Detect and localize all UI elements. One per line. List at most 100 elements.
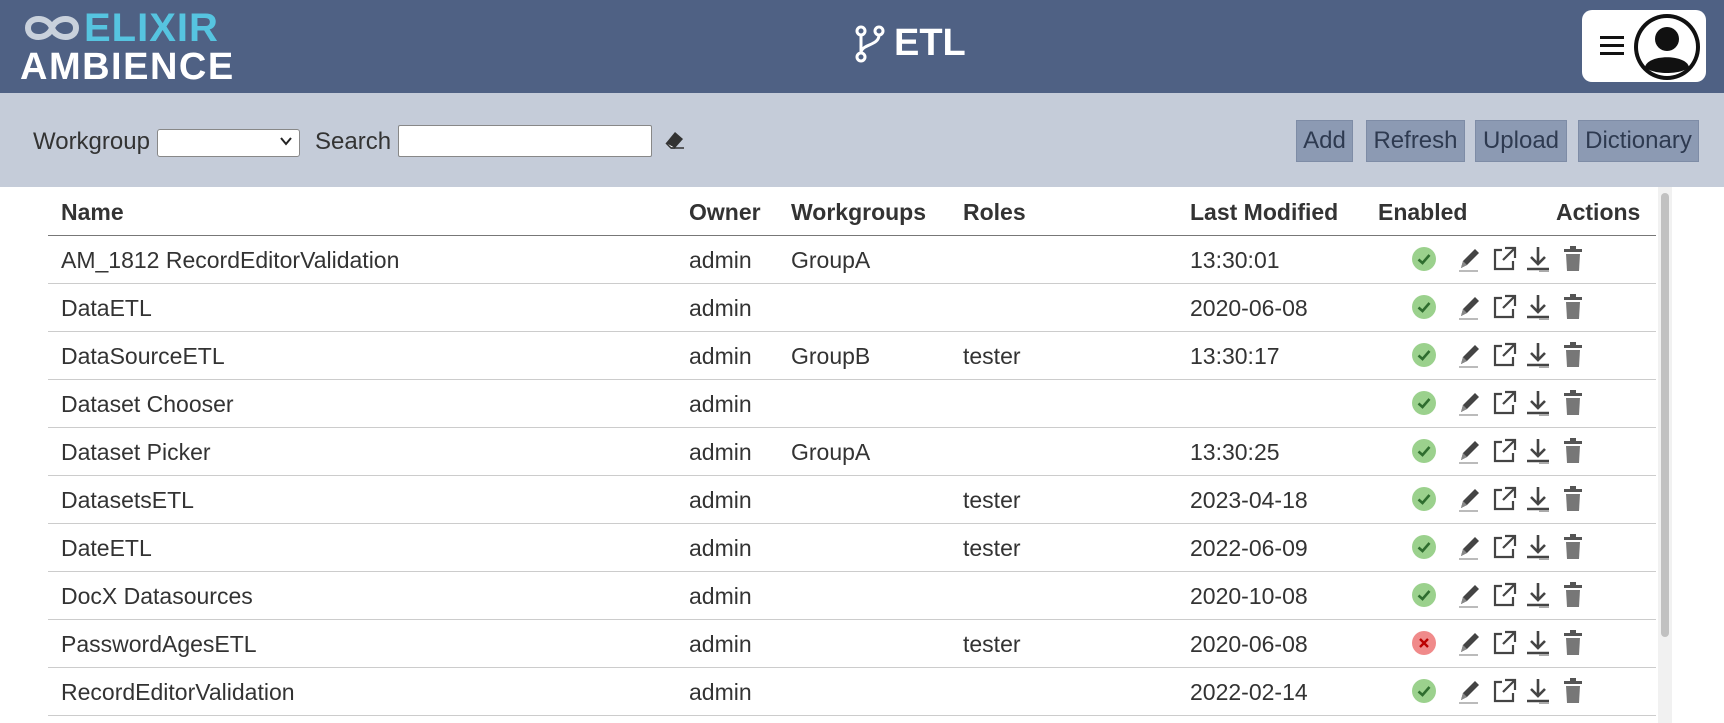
cell-name[interactable]: DocX Datasources (61, 583, 253, 610)
external-link-icon[interactable] (1491, 533, 1517, 561)
external-link-icon[interactable] (1491, 629, 1517, 657)
cell-name[interactable]: RecordEditorValidation (61, 679, 295, 706)
external-link-icon[interactable] (1491, 485, 1517, 513)
external-link-icon[interactable] (1491, 245, 1517, 273)
user-menu[interactable] (1582, 10, 1706, 82)
external-link-icon[interactable] (1491, 437, 1517, 465)
download-icon[interactable] (1525, 293, 1551, 321)
dictionary-button[interactable]: Dictionary (1578, 120, 1699, 162)
add-button[interactable]: Add (1296, 120, 1353, 162)
search-input[interactable] (398, 125, 652, 157)
table-row[interactable]: PasswordAgesETL admin tester 2020-06-08 (48, 619, 1656, 668)
cell-last-modified: 2020-10-08 (1190, 583, 1308, 609)
col-roles-header[interactable]: Roles (963, 199, 1026, 226)
download-icon[interactable] (1525, 437, 1551, 465)
cell-owner: admin (689, 391, 752, 417)
trash-icon[interactable] (1560, 293, 1586, 321)
cell-owner: admin (689, 487, 752, 513)
pencil-icon[interactable] (1456, 581, 1482, 609)
pencil-icon[interactable] (1456, 629, 1482, 657)
external-link-icon[interactable] (1491, 341, 1517, 369)
enabled-check-icon (1412, 583, 1436, 607)
download-icon[interactable] (1525, 581, 1551, 609)
download-icon[interactable] (1525, 629, 1551, 657)
table-row[interactable]: DateETL admin tester 2022-06-09 (48, 523, 1656, 572)
cell-roles: tester (963, 535, 1021, 561)
pencil-icon[interactable] (1456, 677, 1482, 705)
table-row[interactable]: DataSourceETL admin GroupB tester 13:30:17 (48, 331, 1656, 380)
cell-name[interactable]: AM_1812 RecordEditorValidation (61, 247, 399, 274)
elixir-ambience-logo[interactable]: ELIXIR AMBIENCE (20, 8, 235, 86)
trash-icon[interactable] (1560, 389, 1586, 417)
external-link-icon[interactable] (1491, 389, 1517, 417)
external-link-icon[interactable] (1491, 677, 1517, 705)
pencil-icon[interactable] (1456, 245, 1482, 273)
download-icon[interactable] (1525, 389, 1551, 417)
logo-ambience-text: AMBIENCE (20, 46, 235, 88)
trash-icon[interactable] (1560, 341, 1586, 369)
cell-name[interactable]: DatasetsETL (61, 487, 194, 514)
download-icon[interactable] (1525, 341, 1551, 369)
trash-icon[interactable] (1560, 629, 1586, 657)
cell-last-modified: 2020-06-08 (1190, 295, 1308, 321)
cell-roles: tester (963, 487, 1021, 513)
cell-last-modified: 13:30:01 (1190, 247, 1280, 273)
cell-owner: admin (689, 247, 752, 273)
cell-name[interactable]: Dataset Picker (61, 439, 211, 466)
table-row[interactable]: AM_1812 RecordEditorValidation admin Group… (48, 235, 1656, 284)
external-link-icon[interactable] (1491, 293, 1517, 321)
cell-last-modified: 13:30:17 (1190, 343, 1280, 369)
table-row[interactable]: DatasetsETL admin tester 2023-04-18 (48, 475, 1656, 524)
cell-last-modified: 2020-06-08 (1190, 631, 1308, 657)
hamburger-menu-icon[interactable] (1598, 32, 1626, 60)
table-row[interactable]: RecordEditorValidation admin 2022-02-14 (48, 667, 1656, 716)
col-owner-header[interactable]: Owner (689, 199, 761, 226)
table-row[interactable]: Dataset Picker admin GroupA 13:30:25 (48, 427, 1656, 476)
trash-icon[interactable] (1560, 485, 1586, 513)
pencil-icon[interactable] (1456, 533, 1482, 561)
cell-name[interactable]: DateETL (61, 535, 152, 562)
cell-name[interactable]: Dataset Chooser (61, 391, 234, 418)
download-icon[interactable] (1525, 245, 1551, 273)
download-icon[interactable] (1525, 677, 1551, 705)
cell-name[interactable]: DataSourceETL (61, 343, 225, 370)
eraser-clear-icon[interactable] (662, 127, 688, 153)
user-avatar-icon[interactable] (1632, 12, 1702, 82)
pencil-icon[interactable] (1456, 389, 1482, 417)
git-branch-icon (855, 25, 885, 62)
pencil-icon[interactable] (1456, 293, 1482, 321)
table-scrollbar[interactable] (1658, 187, 1672, 723)
page-title: ETL (852, 22, 966, 65)
refresh-button[interactable]: Refresh (1366, 120, 1465, 162)
pencil-icon[interactable] (1456, 485, 1482, 513)
cell-name[interactable]: DataETL (61, 295, 152, 322)
col-enabled-header[interactable]: Enabled (1378, 199, 1467, 226)
download-icon[interactable] (1525, 485, 1551, 513)
col-workgroups-header[interactable]: Workgroups (791, 199, 926, 226)
trash-icon[interactable] (1560, 533, 1586, 561)
scrollbar-thumb[interactable] (1661, 193, 1669, 637)
table-row[interactable]: DataETL admin 2020-06-08 (48, 283, 1656, 332)
col-last-modified-header[interactable]: Last Modified (1190, 199, 1338, 226)
cell-name[interactable]: PasswordAgesETL (61, 631, 257, 658)
logo-elixir-text: ELIXIR (84, 6, 219, 50)
trash-icon[interactable] (1560, 677, 1586, 705)
trash-icon[interactable] (1560, 245, 1586, 273)
upload-button[interactable]: Upload (1475, 120, 1567, 162)
cell-last-modified: 2022-06-09 (1190, 535, 1308, 561)
col-name-header[interactable]: Name (61, 199, 124, 226)
toolbar: Workgroup Search Add Refresh Upload Dict… (0, 93, 1724, 187)
table-header: Name Owner Workgroups Roles Last Modifie… (48, 187, 1656, 236)
table-row[interactable]: DocX Datasources admin 2020-10-08 (48, 571, 1656, 620)
table-row[interactable]: Dataset Chooser admin (48, 379, 1656, 428)
trash-icon[interactable] (1560, 437, 1586, 465)
pencil-icon[interactable] (1456, 437, 1482, 465)
cell-owner: admin (689, 343, 752, 369)
workgroup-select[interactable] (157, 129, 300, 157)
cell-workgroups: GroupB (791, 343, 871, 369)
cell-owner: admin (689, 679, 752, 705)
external-link-icon[interactable] (1491, 581, 1517, 609)
trash-icon[interactable] (1560, 581, 1586, 609)
pencil-icon[interactable] (1456, 341, 1482, 369)
download-icon[interactable] (1525, 533, 1551, 561)
